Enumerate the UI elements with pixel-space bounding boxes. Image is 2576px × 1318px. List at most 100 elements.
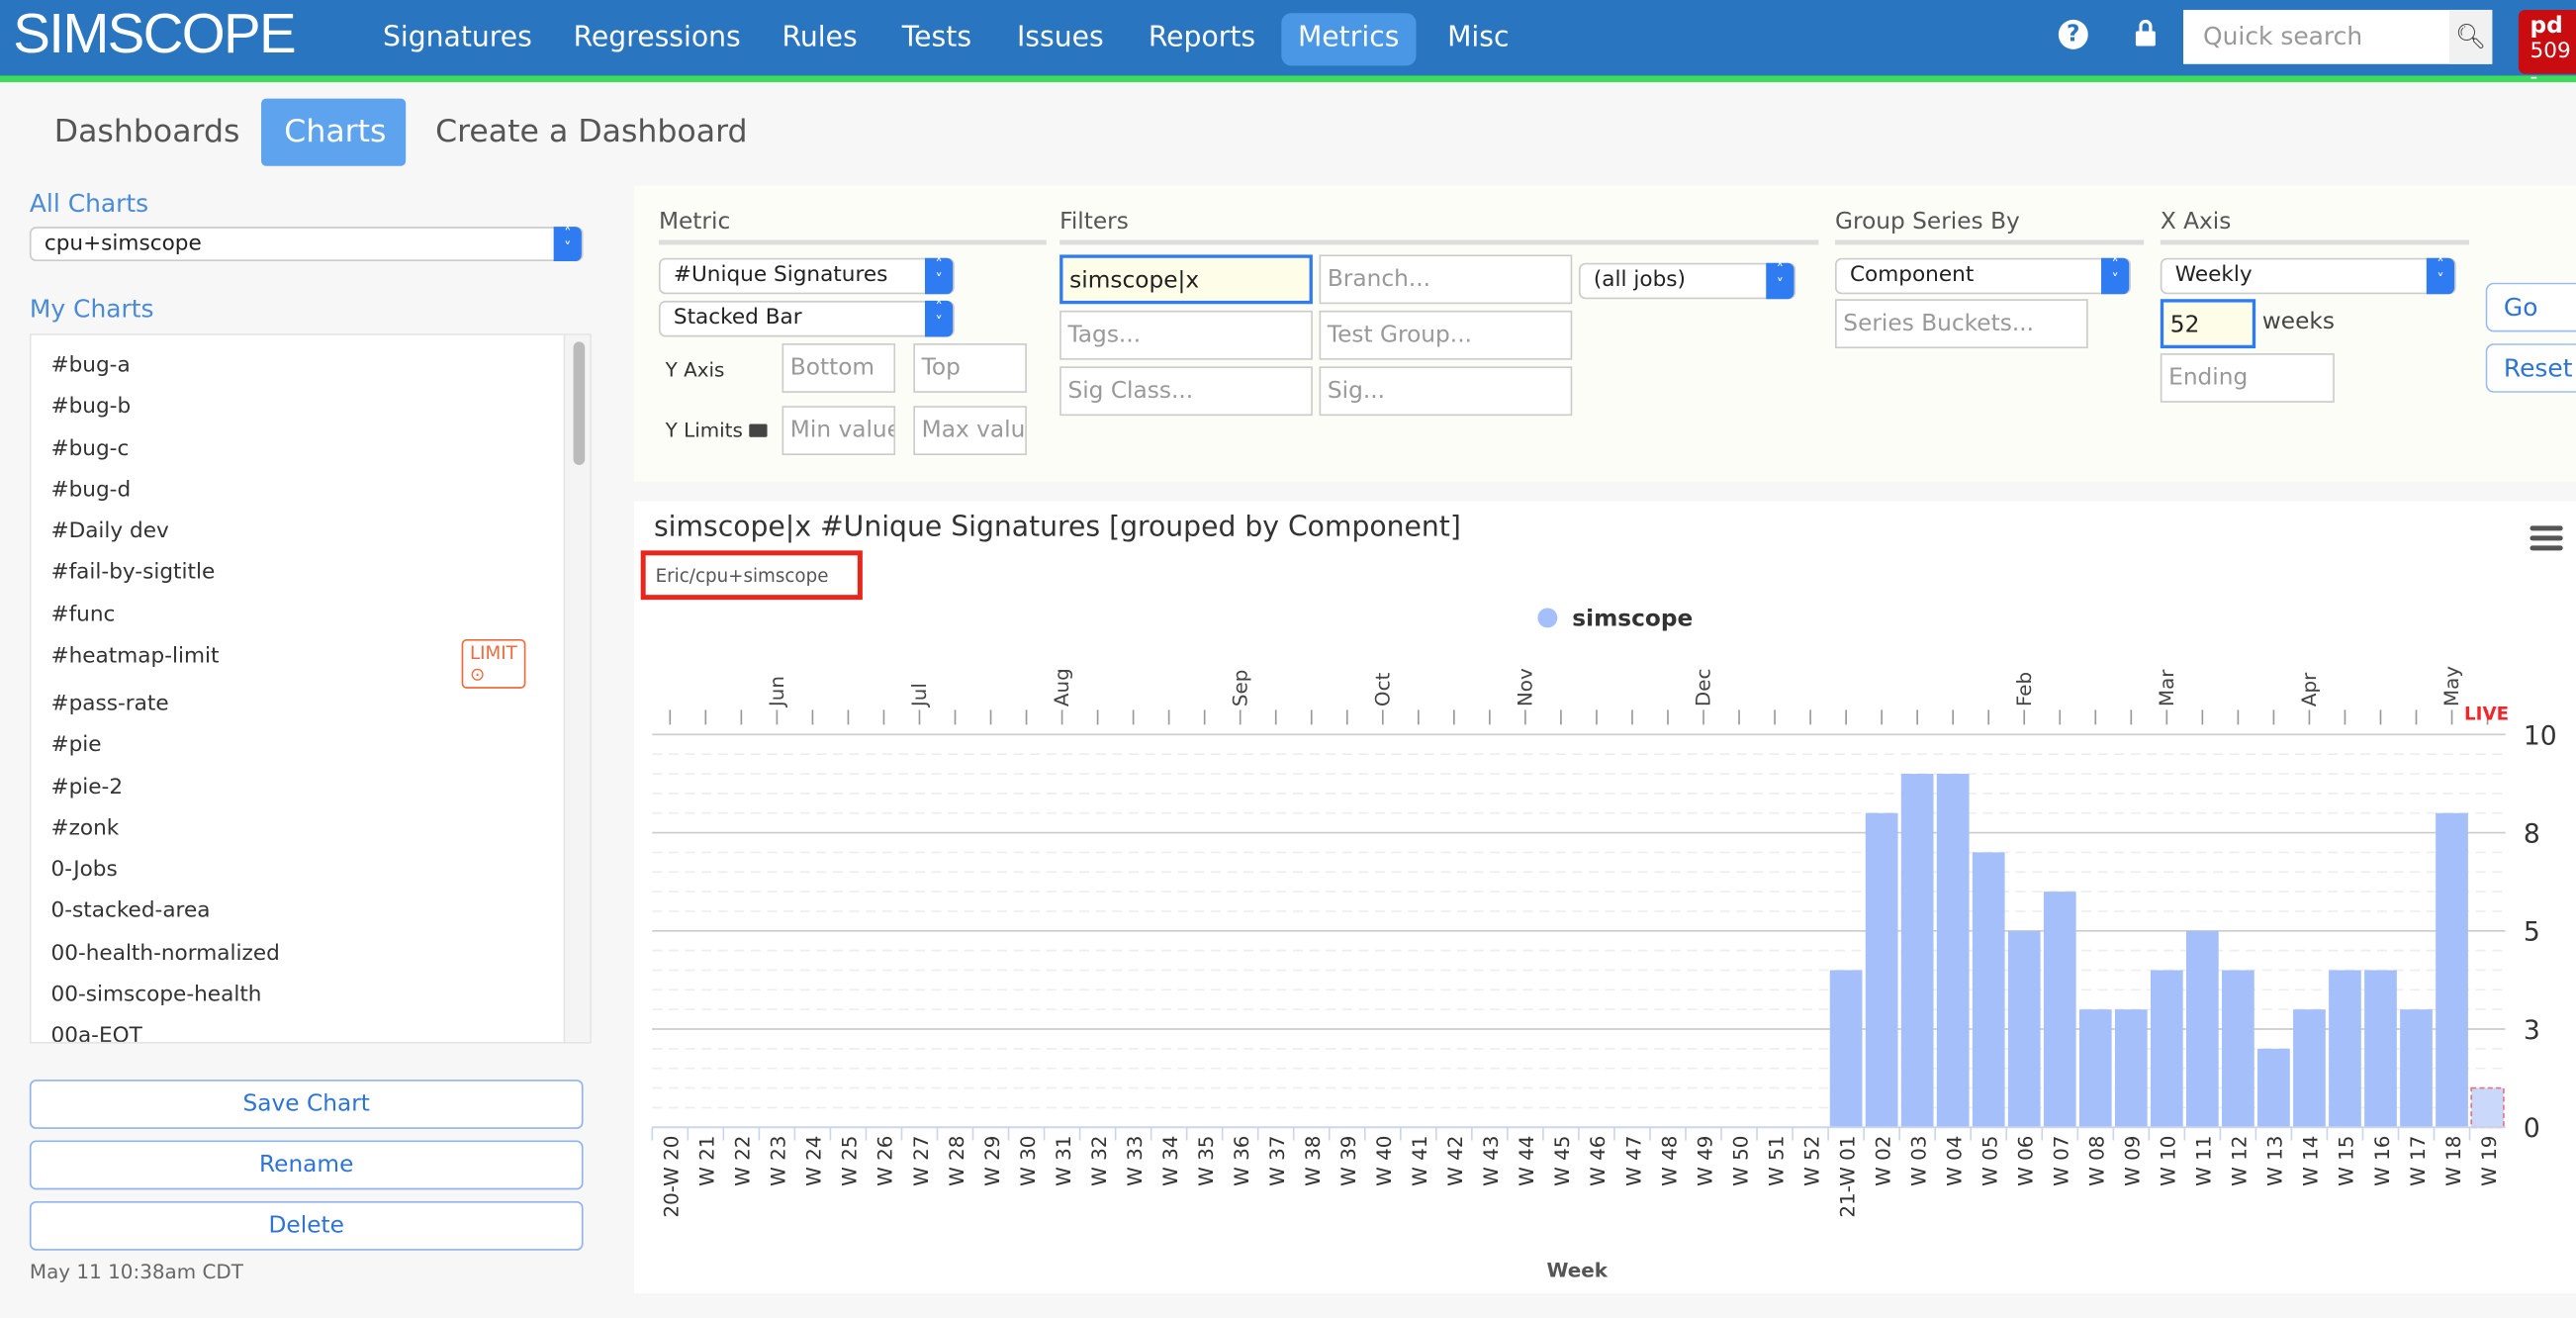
y-axis-label: Y Axis bbox=[665, 358, 725, 382]
x-tick-label: W 11 bbox=[2193, 1136, 2216, 1186]
chart-list-item[interactable]: #bug-a bbox=[50, 353, 130, 378]
interval-select[interactable]: Weekly ˄ ˅ bbox=[2160, 257, 2456, 295]
weeks-label: weeks bbox=[2261, 309, 2335, 335]
x-tick-label: 21-W 01 bbox=[1836, 1136, 1859, 1218]
chart-list-item[interactable]: #bug-d bbox=[50, 478, 131, 503]
help-icon[interactable]: ? bbox=[2058, 19, 2088, 49]
group-header: Group Series By bbox=[1835, 209, 2145, 245]
jobs-value: (all jobs) bbox=[1593, 267, 1686, 293]
metric-select[interactable]: #Unique Signatures ˄ ˅ bbox=[658, 257, 955, 295]
bar bbox=[1900, 774, 1934, 1128]
x-tick-label: W 29 bbox=[981, 1136, 1004, 1186]
chart-list-item[interactable]: 00-simscope-health bbox=[50, 983, 261, 1007]
x-tick-label: W 35 bbox=[1195, 1136, 1218, 1186]
x-tick-label: W 07 bbox=[2051, 1136, 2073, 1186]
chart-list-item[interactable]: #pie-2 bbox=[50, 776, 123, 800]
chart-list-item[interactable]: #zonk bbox=[50, 816, 119, 841]
live-label: LIVE bbox=[2464, 704, 2509, 724]
x-tick-label: W 23 bbox=[768, 1136, 790, 1186]
nav-metrics[interactable]: Metrics bbox=[1281, 13, 1417, 66]
month-label: Jul bbox=[908, 683, 931, 708]
y-bottom-input[interactable]: Bottom bbox=[782, 343, 896, 393]
month-label: Apr bbox=[2298, 672, 2321, 706]
chart-list-item-label: 0-stacked-area bbox=[50, 898, 211, 924]
nav-misc[interactable]: Misc bbox=[1430, 13, 1525, 65]
chart-list-item[interactable]: #bug-b bbox=[50, 395, 131, 420]
nav-tests[interactable]: Tests bbox=[885, 13, 988, 65]
tab-create-dashboard[interactable]: Create a Dashboard bbox=[413, 99, 771, 166]
chart-list-item-label: 00-simscope-health bbox=[50, 983, 262, 1008]
rename-button[interactable]: Rename bbox=[29, 1140, 584, 1190]
tab-charts[interactable]: Charts bbox=[261, 98, 407, 166]
group-select[interactable]: Component ˄ ˅ bbox=[1835, 257, 2131, 295]
chart-list-item[interactable]: 00-health-normalized bbox=[50, 942, 279, 967]
chart-type-value: Stacked Bar bbox=[673, 305, 802, 330]
lock-icon[interactable] bbox=[2135, 19, 2156, 47]
tab-dashboards[interactable]: Dashboards bbox=[32, 99, 263, 166]
nav-signatures[interactable]: Signatures bbox=[366, 13, 548, 65]
chart-list-item[interactable]: #func bbox=[50, 603, 115, 627]
x-tick-label: W 39 bbox=[1337, 1136, 1360, 1186]
x-tick-label: W 09 bbox=[2122, 1136, 2145, 1186]
x-tick-label: W 19 bbox=[2478, 1136, 2501, 1186]
quick-search-input[interactable]: Quick search 🔍︎ bbox=[2183, 9, 2493, 64]
chart-list-item[interactable]: 00a-EOT bbox=[50, 1024, 141, 1042]
x-tick-label: W 46 bbox=[1587, 1136, 1610, 1186]
test-group-input[interactable]: Test Group... bbox=[1319, 310, 1573, 360]
chart-list-item[interactable]: #heatmap-limit LIMIT ⊙ bbox=[50, 639, 526, 689]
y-min-input[interactable]: Min value bbox=[782, 406, 896, 456]
x-tick-label: W 13 bbox=[2264, 1136, 2287, 1186]
chart-list-item-label: #pie-2 bbox=[50, 775, 124, 800]
chart-list-item[interactable]: #pie bbox=[50, 733, 101, 758]
nav-issues[interactable]: Issues bbox=[1000, 13, 1120, 65]
chart-list-item[interactable]: #bug-c bbox=[50, 437, 129, 462]
chart-list-item-label: #bug-a bbox=[50, 353, 131, 378]
all-charts-select[interactable]: cpu+simscope ˄ ˅ bbox=[29, 227, 584, 262]
x-tick-label: W 18 bbox=[2442, 1136, 2465, 1186]
sig-input[interactable]: Sig... bbox=[1319, 366, 1573, 417]
y-max-input[interactable]: Max value bbox=[913, 406, 1027, 456]
x-tick-label: W 05 bbox=[1979, 1136, 2002, 1186]
nav-regressions[interactable]: Regressions bbox=[557, 13, 757, 65]
bar bbox=[2222, 970, 2254, 1128]
x-tick-label: W 04 bbox=[1943, 1136, 1966, 1186]
series-buckets-input[interactable]: Series Buckets... bbox=[1835, 299, 2088, 349]
x-tick-label: W 14 bbox=[2300, 1136, 2323, 1186]
chart-list-item[interactable]: #pass-rate bbox=[50, 692, 168, 716]
list-scrollbar[interactable] bbox=[563, 334, 591, 1042]
save-chart-button[interactable]: Save Chart bbox=[29, 1080, 584, 1129]
x-tick-label: W 33 bbox=[1124, 1136, 1147, 1186]
ending-input[interactable]: Ending bbox=[2160, 353, 2335, 403]
weeks-input[interactable]: 52 bbox=[2160, 299, 2256, 349]
sig-class-input[interactable]: Sig Class... bbox=[1059, 366, 1313, 417]
chart-list-item[interactable]: 0-stacked-area bbox=[50, 898, 210, 923]
tags-input[interactable]: Tags... bbox=[1059, 310, 1313, 360]
y-top-input[interactable]: Top bbox=[913, 343, 1027, 393]
scrollbar-thumb[interactable] bbox=[573, 341, 586, 465]
go-button[interactable]: Go bbox=[2485, 282, 2576, 332]
envelope-icon[interactable] bbox=[749, 424, 768, 437]
x-tick-label: W 21 bbox=[696, 1136, 719, 1186]
chart-list-item[interactable]: #fail-by-sigtitle bbox=[50, 560, 215, 585]
y-tick-label: 8 bbox=[2524, 819, 2540, 850]
my-charts-list: #bug-a #bug-b #bug-c #bug-d #Daily dev #fail-… bbox=[29, 333, 592, 1044]
logo[interactable]: SIMSCOPE bbox=[13, 3, 296, 67]
jobs-select[interactable]: (all jobs) ˄ ˅ bbox=[1578, 262, 1796, 300]
branch-input[interactable]: Branch... bbox=[1319, 254, 1573, 305]
x-tick-label: W 22 bbox=[732, 1136, 755, 1186]
filter-input[interactable]: simscope|x bbox=[1059, 254, 1313, 305]
reset-button[interactable]: Reset bbox=[2485, 343, 2576, 393]
user-badge[interactable]: pd 509 - bbox=[2518, 9, 2576, 90]
nav-rules[interactable]: Rules bbox=[766, 13, 874, 65]
x-tick-label: W 06 bbox=[2015, 1136, 2038, 1186]
nav-reports[interactable]: Reports bbox=[1132, 13, 1272, 65]
chart-type-select[interactable]: Stacked Bar ˄ ˅ bbox=[658, 300, 955, 337]
metric-header: Metric bbox=[658, 209, 1047, 245]
chart-list-item[interactable]: 0-Jobs bbox=[50, 858, 117, 883]
bar-chart: 0 3 5 8 10 simscope Jun Jul Aug Sep Oct Nov Dec Feb Ma… bbox=[651, 606, 2557, 1281]
delete-button[interactable]: Delete bbox=[29, 1200, 584, 1251]
x-tick-label: W 24 bbox=[803, 1136, 826, 1186]
search-icon[interactable]: 🔍︎ bbox=[2449, 9, 2493, 64]
x-tick-label: W 30 bbox=[1017, 1136, 1040, 1186]
chart-list-item[interactable]: #Daily dev bbox=[50, 519, 168, 544]
